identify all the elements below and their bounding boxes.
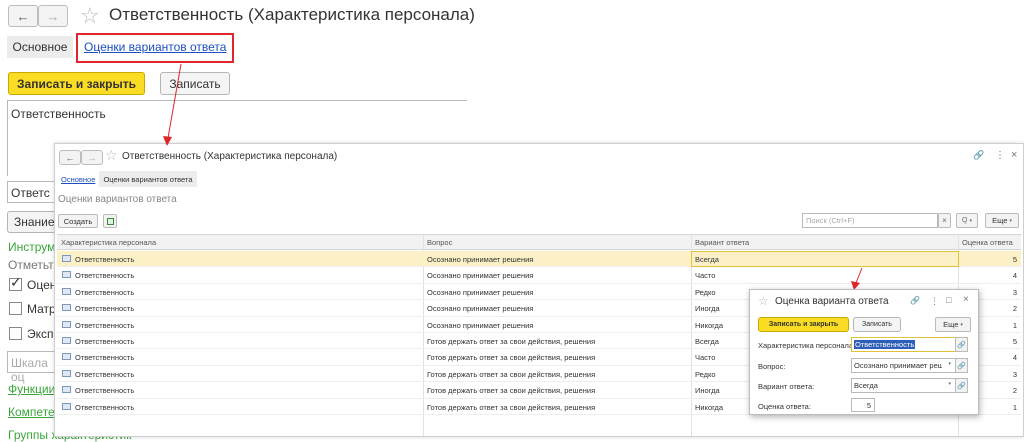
label-score: Оценка ответа:: [758, 402, 811, 411]
dialog-save-close-button[interactable]: Записать и закрыть: [758, 317, 849, 332]
answer-field[interactable]: Всегда ▾: [851, 378, 968, 393]
characteristic-value: Ответственность: [854, 340, 916, 349]
characteristic-open-icon: 🔗: [957, 341, 966, 349]
dialog-title: Оценка варианта ответа: [775, 296, 889, 307]
dialog-close-icon[interactable]: ×: [963, 294, 969, 305]
dialog-more-button[interactable]: Еще ▾: [935, 317, 971, 332]
answer-value: Всегда: [854, 381, 878, 390]
label-answer: Вариант ответа:: [758, 382, 815, 391]
question-open-button[interactable]: 🔗: [955, 358, 968, 373]
answer-open-button[interactable]: 🔗: [955, 378, 968, 393]
score-field[interactable]: 5: [851, 398, 875, 412]
dialog-maximize-icon[interactable]: □: [946, 295, 951, 305]
dialog-link-icon[interactable]: 🔗: [910, 296, 920, 305]
label-characteristic: Характеристика персонала:: [758, 341, 856, 350]
dialog-favorite-star-icon[interactable]: ☆: [758, 294, 769, 308]
answer-dropdown-icon[interactable]: ▾: [948, 381, 951, 387]
dialog-more-dropdown-icon: ▾: [960, 321, 963, 328]
question-dropdown-icon[interactable]: ▾: [948, 361, 951, 367]
dialog-save-button[interactable]: Записать: [853, 317, 901, 332]
rating-dialog: ☆ Оценка варианта ответа 🔗 ⋮ □ × Записат…: [749, 289, 979, 415]
dialog-more-label: Еще: [943, 320, 959, 329]
label-question: Вопрос:: [758, 362, 786, 371]
characteristic-open-button[interactable]: 🔗: [955, 337, 968, 352]
dialog-more-icon[interactable]: ⋮: [930, 296, 939, 307]
answer-open-icon: 🔗: [957, 382, 966, 390]
score-value: 5: [866, 401, 871, 410]
question-field[interactable]: Осознано принимает реш ▾: [851, 358, 968, 373]
question-value: Осознано принимает реш: [854, 361, 942, 370]
characteristic-field[interactable]: Ответственность ▾: [851, 337, 968, 352]
question-open-icon: 🔗: [957, 362, 966, 370]
